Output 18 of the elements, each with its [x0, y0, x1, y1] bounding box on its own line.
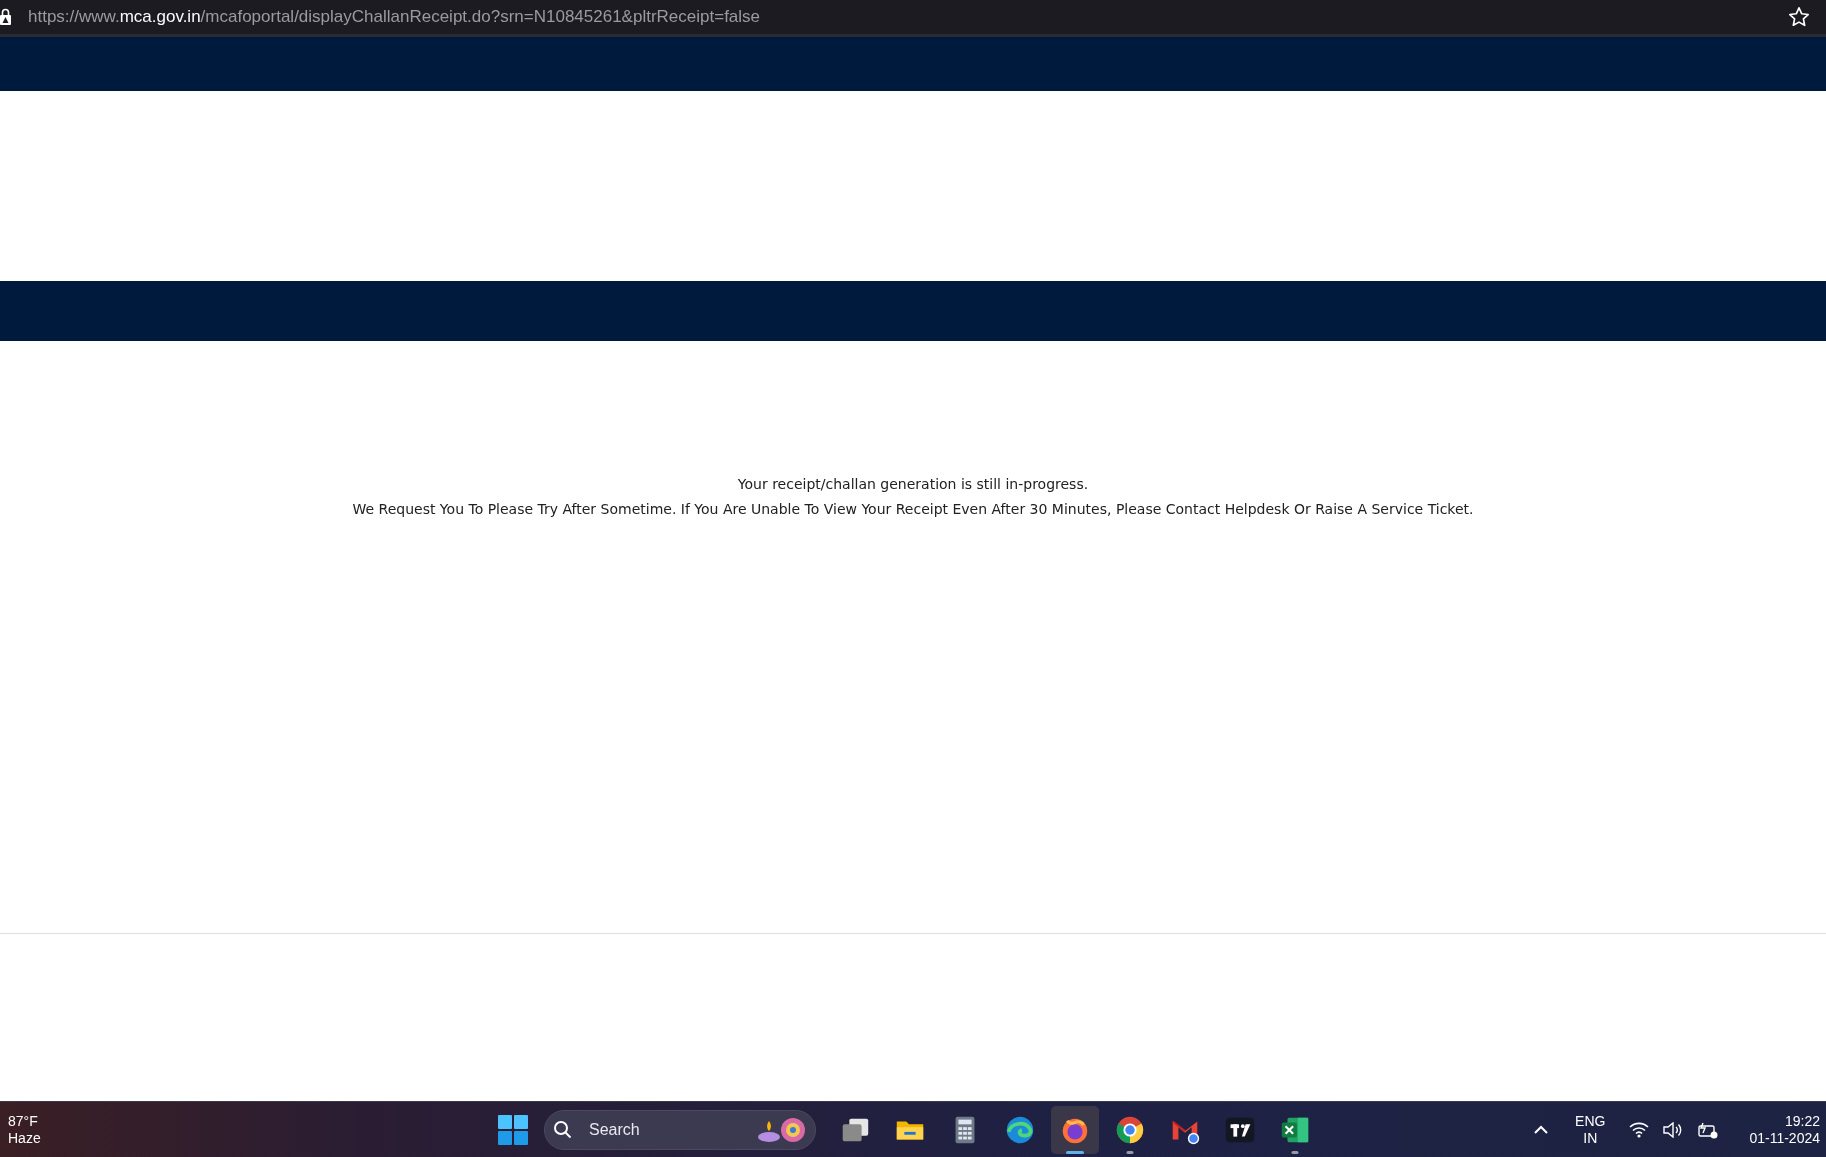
region-code[interactable]: IN — [1575, 1129, 1606, 1147]
lock-warning-icon[interactable] — [0, 8, 12, 26]
search-icon — [553, 1119, 573, 1140]
status-message: Your receipt/challan generation is still in-progress. — [737, 475, 1089, 494]
battery-charging-icon[interactable] — [1697, 1120, 1720, 1139]
clock-date[interactable]: 01-11-2024 — [1749, 1129, 1820, 1147]
bookmark-star-icon[interactable] — [1788, 6, 1810, 28]
windows-start-icon[interactable] — [497, 1113, 529, 1146]
weather-condition[interactable]: Haze — [8, 1129, 41, 1147]
taskbar-app[interactable] — [1051, 1105, 1099, 1154]
clock-time[interactable]: 19:22 — [1749, 1112, 1820, 1130]
weather-temperature[interactable]: 87°F — [8, 1112, 41, 1130]
wifi-icon[interactable] — [1629, 1121, 1650, 1138]
chevron-up-icon[interactable] — [1533, 1124, 1550, 1135]
language-code[interactable]: ENG — [1575, 1112, 1606, 1130]
speaker-icon[interactable] — [1663, 1121, 1684, 1138]
search-field[interactable]: Search — [544, 1109, 816, 1150]
request-message: We Request You To Please Try After Sometime. If You Are Unable To View Your Receipt Even After 30 Minutes, Please Contact Helpdesk Or Raise A Service Ticket. — [352, 500, 1474, 519]
